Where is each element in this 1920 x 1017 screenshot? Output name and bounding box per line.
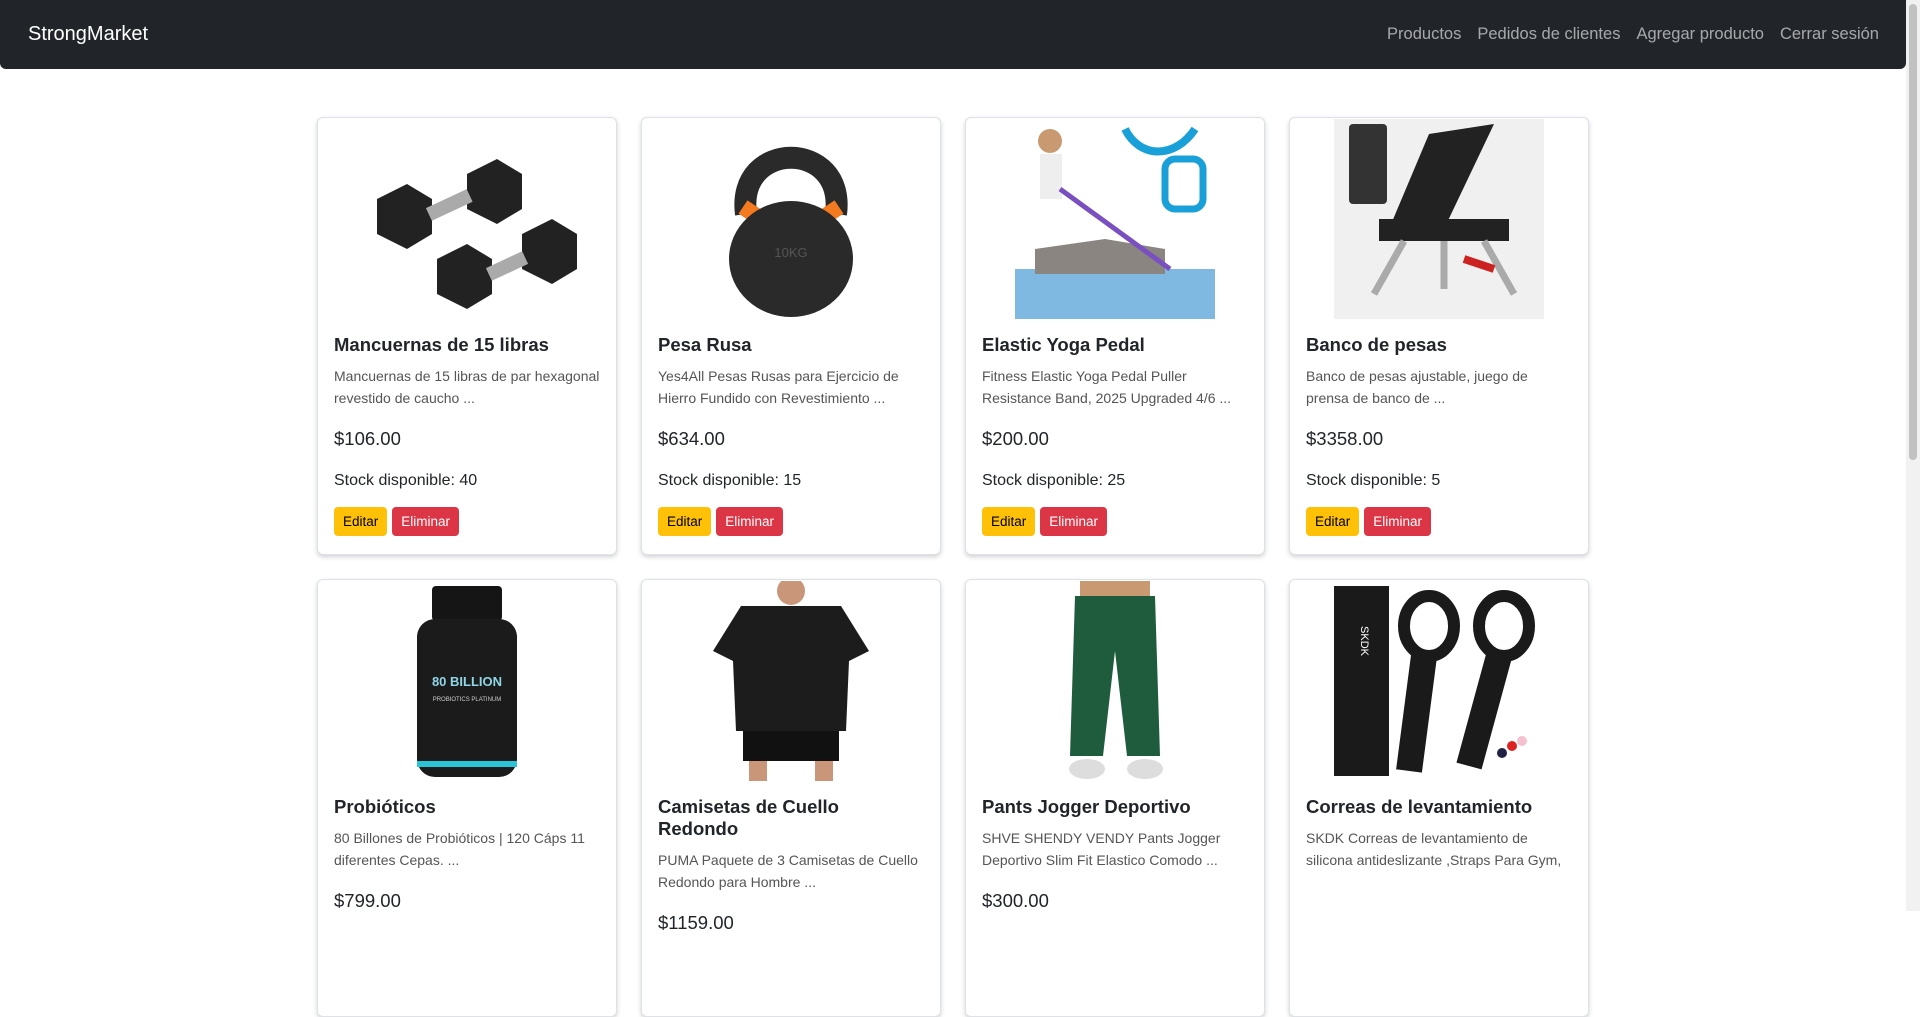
product-title: Elastic Yoga Pedal bbox=[982, 334, 1145, 355]
product-title: Correas de levantamiento bbox=[1306, 796, 1533, 817]
product-title: Pesa Rusa bbox=[658, 334, 752, 355]
product-card: Pants Jogger Deportivo SHVE SHENDY VENDY… bbox=[965, 579, 1265, 1017]
nav-links: Productos Pedidos de clientes Agregar pr… bbox=[1387, 25, 1879, 44]
product-price: $3358.00 bbox=[1306, 428, 1384, 449]
product-description: 80 Billones de Probióticos | 120 Cáps 11… bbox=[334, 830, 585, 868]
straps-label: SKDK bbox=[1358, 626, 1370, 657]
product-price: $300.00 bbox=[982, 890, 1049, 911]
product-grid: Mancuernas de 15 libras Mancuernas de 15… bbox=[317, 117, 1589, 1017]
edit-button[interactable]: Editar bbox=[1306, 507, 1360, 536]
product-card: Elastic Yoga Pedal Fitness Elastic Yoga … bbox=[965, 117, 1265, 555]
product-description: PUMA Paquete de 3 Camisetas de Cuello Re… bbox=[658, 852, 918, 890]
product-card: 80 BILLION PROBIOTICS PLATINUM Probiótic… bbox=[317, 579, 617, 1017]
jogger-pants-image bbox=[966, 580, 1264, 782]
tshirt-image bbox=[642, 580, 940, 782]
product-title: Camisetas de Cuello Redondo bbox=[658, 796, 839, 839]
nav-link-productos[interactable]: Productos bbox=[1387, 25, 1461, 44]
probiotics-bottle-image: 80 BILLION PROBIOTICS PLATINUM bbox=[318, 580, 616, 782]
nav-link-pedidos[interactable]: Pedidos de clientes bbox=[1477, 25, 1620, 44]
nav-link-cerrar-sesion[interactable]: Cerrar sesión bbox=[1780, 25, 1879, 44]
product-card: Banco de pesas Banco de pesas ajustable,… bbox=[1289, 117, 1589, 555]
product-card: SKDK Correas de levantamiento SKDK Corre… bbox=[1289, 579, 1589, 1017]
kettlebell-label: 10KG bbox=[774, 245, 807, 260]
product-price: $200.00 bbox=[982, 428, 1049, 449]
product-card: 10KG Pesa Rusa Yes4All Pesas Rusas para … bbox=[641, 117, 941, 555]
kettlebell-image: 10KG bbox=[642, 118, 940, 320]
product-description: Mancuernas de 15 libras de par hexagonal… bbox=[334, 368, 600, 406]
brand-logo[interactable]: StrongMarket bbox=[28, 23, 148, 46]
product-stock: Stock disponible: 5 bbox=[1306, 472, 1441, 489]
product-price: $634.00 bbox=[658, 428, 725, 449]
scrollbar-thumb[interactable] bbox=[1909, 4, 1917, 460]
edit-button[interactable]: Editar bbox=[658, 507, 712, 536]
edit-button[interactable]: Editar bbox=[334, 507, 388, 536]
product-stock: Stock disponible: 25 bbox=[982, 472, 1126, 489]
product-description: SHVE SHENDY VENDY Pants Jogger Deportivo… bbox=[982, 830, 1221, 868]
nav-link-agregar[interactable]: Agregar producto bbox=[1636, 25, 1764, 44]
product-card: Mancuernas de 15 libras Mancuernas de 15… bbox=[317, 117, 617, 555]
dumbbell-image bbox=[318, 118, 616, 320]
product-description: Fitness Elastic Yoga Pedal Puller Resist… bbox=[982, 368, 1232, 406]
product-title: Pants Jogger Deportivo bbox=[982, 796, 1191, 817]
weight-bench-image bbox=[1290, 118, 1588, 320]
yoga-pedal-image bbox=[966, 118, 1264, 320]
edit-button[interactable]: Editar bbox=[982, 507, 1036, 536]
delete-button[interactable]: Eliminar bbox=[1364, 507, 1432, 536]
delete-button[interactable]: Eliminar bbox=[716, 507, 784, 536]
product-title: Probióticos bbox=[334, 796, 436, 817]
product-description: SKDK Correas de levantamiento de silicon… bbox=[1306, 830, 1562, 868]
page-scrollbar[interactable] bbox=[1906, 0, 1920, 911]
lifting-straps-image: SKDK bbox=[1290, 580, 1588, 782]
delete-button[interactable]: Eliminar bbox=[392, 507, 460, 536]
product-card: Camisetas de Cuello Redondo PUMA Paquete… bbox=[641, 579, 941, 1017]
product-description: Yes4All Pesas Rusas para Ejercicio de Hi… bbox=[658, 368, 899, 406]
product-description: Banco de pesas ajustable, juego de prens… bbox=[1306, 368, 1528, 406]
product-title: Banco de pesas bbox=[1306, 334, 1447, 355]
bottle-sublabel: PROBIOTICS PLATINUM bbox=[433, 697, 502, 703]
product-stock: Stock disponible: 15 bbox=[658, 472, 802, 489]
product-price: $1159.00 bbox=[658, 912, 734, 933]
product-price: $799.00 bbox=[334, 890, 401, 911]
product-title: Mancuernas de 15 libras bbox=[334, 334, 549, 355]
product-stock: Stock disponible: 40 bbox=[334, 472, 478, 489]
product-price: $106.00 bbox=[334, 428, 401, 449]
delete-button[interactable]: Eliminar bbox=[1040, 507, 1108, 536]
navbar: StrongMarket Productos Pedidos de client… bbox=[0, 0, 1906, 69]
bottle-label: 80 BILLION bbox=[432, 674, 502, 689]
